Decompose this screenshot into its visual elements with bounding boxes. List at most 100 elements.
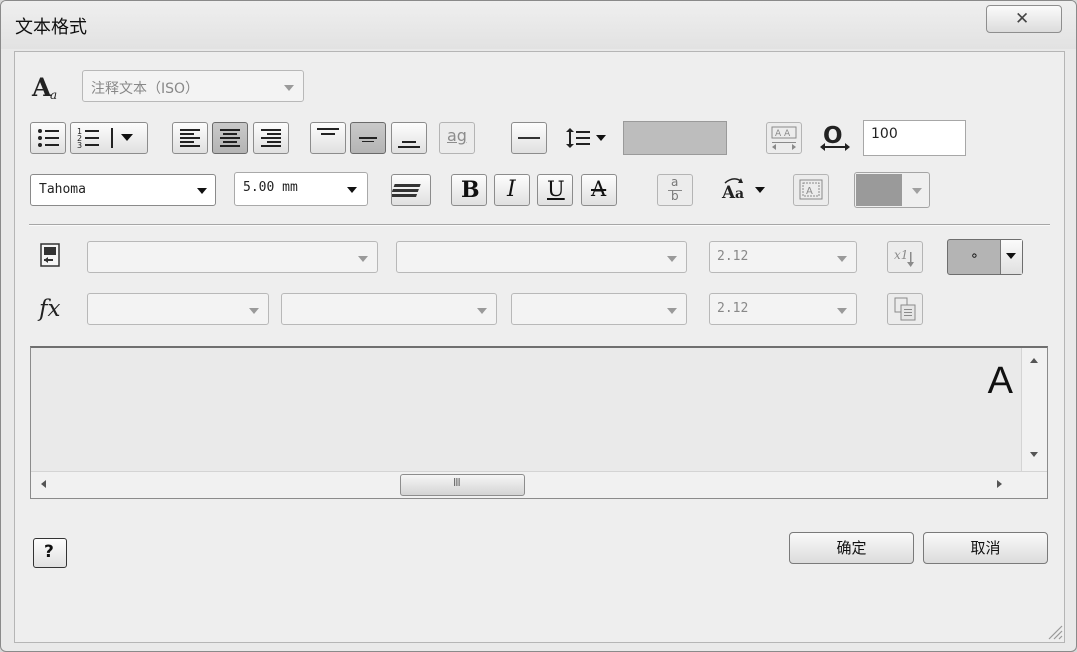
scroll-right-icon[interactable] [997,480,1002,488]
chevron-down-icon [837,308,847,314]
symbol-dropdown-part [1000,240,1022,274]
dialog-body: A a 注释文本（ISO） 1 2 3 ag A A O 100 Tahoma … [14,51,1065,643]
text-format-dialog: 文本格式 ✕ A a 注释文本（ISO） 1 2 3 ag A A O 100 … [0,0,1077,652]
line-spacing-icon [566,128,606,148]
fit-text-button[interactable]: A A [766,122,802,154]
line-button[interactable] [511,122,547,154]
align-right-button[interactable] [253,122,289,154]
stack-text-label: ag [447,126,467,145]
valign-middle-button[interactable] [350,122,386,154]
chevron-down-icon [667,256,677,262]
underline-button[interactable]: U [537,174,573,206]
bullet-list-icon [38,129,59,147]
svg-text:O: O [823,123,843,149]
insert-parameter-icon: x1 [894,248,914,267]
horizontal-scrollbar[interactable]: III [31,471,1047,498]
svg-text:A: A [806,186,813,197]
chevron-down-icon [249,308,259,314]
chevron-down-icon [284,85,294,91]
chevron-down-icon [477,308,487,314]
svg-text:A A: A A [775,129,791,139]
symbol-select[interactable]: ∘ [947,239,1023,275]
insert-function-button[interactable] [887,293,923,325]
chevron-down-icon [912,188,922,194]
svg-text:A: A [721,183,736,203]
insert-document-icon [894,297,916,321]
change-case-icon: A a [721,178,765,203]
layer-text-button[interactable] [389,174,431,206]
text-color-select[interactable] [854,172,930,208]
function-precision-select[interactable]: 2.12 [709,293,857,325]
close-icon: ✕ [1015,9,1030,29]
align-center-button[interactable] [212,122,248,154]
chevron-down-icon [667,308,677,314]
svg-text:a: a [735,186,744,202]
text-background-button[interactable]: A [793,174,829,206]
chevron-down-icon [197,188,207,194]
bullet-list-button[interactable] [30,122,66,154]
text-size-select[interactable]: 5.00 mm [234,172,368,206]
insert-parameter-button[interactable]: x1 [887,241,923,273]
align-center-icon [220,129,240,147]
width-factor-icon: O [818,122,852,154]
stack-text-button[interactable]: ag [439,122,475,154]
parameter-source-select[interactable] [87,241,378,273]
svg-text:a: a [50,88,57,102]
resize-grip-icon[interactable] [1043,620,1063,640]
line-spacing-button[interactable] [564,122,612,154]
scroll-left-icon[interactable] [41,480,46,488]
parameter-precision-select[interactable]: 2.12 [709,241,857,273]
valign-bottom-button[interactable] [391,122,427,154]
close-button[interactable]: ✕ [986,5,1062,33]
function-source-select[interactable] [281,293,497,325]
strikethrough-button[interactable]: A [581,174,617,206]
italic-button[interactable]: I [494,174,530,206]
align-middle-icon [359,137,377,142]
fraction-button[interactable]: a b [657,174,693,206]
svg-text:x1: x1 [894,248,908,262]
editor-text: A [987,360,1013,402]
valign-top-button[interactable] [310,122,346,154]
chevron-down-icon [837,256,847,262]
chevron-down-icon [347,187,357,193]
align-top-icon [317,128,339,135]
text-frame-icon: A [799,179,823,200]
line-spacing-value[interactable] [623,121,727,155]
toolbar-separator [29,224,1050,226]
ok-button[interactable]: 确定 [789,532,914,564]
numbered-list-button[interactable]: 1 2 3 [70,122,148,154]
fit-text-icon: A A [771,126,797,150]
text-style-icon: A a [31,72,65,102]
width-factor-input[interactable]: 100 [863,120,966,156]
layer-icon [389,184,421,197]
scroll-up-icon[interactable] [1030,358,1038,363]
color-swatch [856,174,902,206]
align-right-icon [261,129,281,147]
cancel-button[interactable]: 取消 [923,532,1048,564]
chevron-down-icon [1006,253,1016,259]
scroll-thumb[interactable]: III [400,474,525,496]
align-left-icon [180,129,200,147]
font-select[interactable]: Tahoma [30,174,216,206]
parameter-icon [39,242,63,270]
function-type-select[interactable] [87,293,269,325]
align-left-button[interactable] [172,122,208,154]
help-button[interactable]: ? [33,538,67,568]
svg-text:3: 3 [77,141,82,150]
align-bottom-icon [398,141,420,148]
bold-button[interactable]: B [451,174,487,206]
change-case-button[interactable]: A a [719,174,771,206]
function-label: fx [39,296,61,322]
numbered-list-icon: 1 2 3 [77,127,133,150]
horizontal-line-icon [518,137,540,139]
parameter-name-select[interactable] [396,241,687,273]
function-property-select[interactable] [511,293,687,325]
scroll-down-icon[interactable] [1030,452,1038,457]
svg-text:A: A [31,73,52,102]
title-bar: 文本格式 ✕ [1,1,1076,49]
text-editor[interactable]: A III [30,346,1048,499]
text-style-select[interactable]: 注释文本（ISO） [82,70,304,102]
chevron-down-icon [358,256,368,262]
vertical-scrollbar[interactable] [1021,348,1047,471]
window-title: 文本格式 [15,17,87,38]
